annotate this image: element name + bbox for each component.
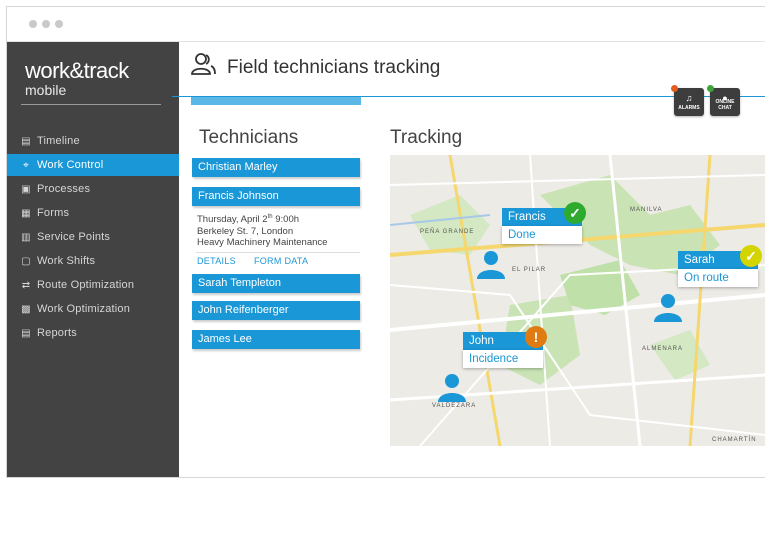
- details-links: DETAILS FORM DATA: [197, 256, 326, 266]
- technician-item[interactable]: Sarah Templeton: [192, 274, 360, 293]
- sidebar-item-label: Reports: [37, 327, 77, 339]
- shuffle-icon: ⇄: [21, 279, 31, 291]
- window-dot-icon[interactable]: [55, 20, 63, 28]
- exclamation-icon: !: [525, 326, 547, 348]
- sidebar-item-processes[interactable]: ▣ Processes: [7, 178, 179, 200]
- technician-pin-icon[interactable]: [475, 249, 507, 281]
- window-dot-icon[interactable]: [42, 20, 50, 28]
- sidebar-nav: ▤ Timeline ⌖ Work Control ▣ Processes ▦ Form…: [7, 130, 179, 346]
- map-label: MANILVA: [630, 207, 663, 213]
- sidebar-item-timeline[interactable]: ▤ Timeline: [7, 130, 179, 152]
- detail-time: 9:00h: [272, 214, 300, 226]
- check-icon: ✓: [740, 245, 762, 267]
- page-title: Field technicians tracking: [227, 57, 441, 78]
- users-icon: [191, 53, 216, 75]
- sidebar-item-route-optimization[interactable]: ⇄ Route Optimization: [7, 274, 179, 296]
- detail-date: Thursday, April 2: [197, 214, 268, 226]
- bell-icon: ♫: [685, 93, 693, 103]
- map-icon: ▥: [21, 231, 31, 243]
- processes-icon: ▣: [21, 183, 31, 195]
- forms-icon: ▦: [21, 207, 31, 219]
- tracking-map[interactable]: MANILVA PEÑA GRANDE EL PILAR ALMENARA VA…: [390, 155, 765, 446]
- sidebar-item-work-control[interactable]: ⌖ Work Control: [7, 154, 179, 176]
- callout-francis[interactable]: Francis Done ✓: [502, 202, 586, 244]
- technician-item[interactable]: Christian Marley: [192, 158, 360, 177]
- sidebar-item-label: Forms: [37, 207, 70, 219]
- technicians-title: Technicians: [199, 127, 299, 148]
- sidebar-item-label: Service Points: [37, 231, 111, 243]
- timeline-icon: ▤: [21, 135, 31, 147]
- column-accent-bar: [191, 97, 361, 105]
- callout-john[interactable]: John Incidence !: [463, 326, 547, 368]
- window-dot-icon[interactable]: [29, 20, 37, 28]
- sidebar-item-label: Work Shifts: [37, 255, 96, 267]
- form-data-link[interactable]: FORM DATA: [254, 256, 308, 266]
- sidebar-item-label: Processes: [37, 183, 91, 195]
- calendar-icon: ▢: [21, 255, 31, 267]
- sidebar-item-reports[interactable]: ▤ Reports: [7, 322, 179, 344]
- map-label: EL PILAR: [512, 267, 547, 273]
- report-icon: ▤: [21, 327, 31, 339]
- alarm-badge: [671, 85, 678, 92]
- sidebar-item-service-points[interactable]: ▥ Service Points: [7, 226, 179, 248]
- tracking-title: Tracking: [390, 127, 463, 148]
- check-icon: ✓: [564, 202, 586, 224]
- logo-divider: [21, 104, 161, 105]
- details-link[interactable]: DETAILS: [197, 256, 236, 266]
- detail-address: Berkeley St. 7, London: [197, 225, 294, 237]
- map-label: ALMENARA: [642, 346, 684, 352]
- app-logo[interactable]: work&track mobile: [25, 58, 129, 98]
- technician-pin-icon[interactable]: [652, 292, 684, 324]
- callout-status: Incidence: [463, 350, 543, 368]
- crosshair-icon: ⌖: [23, 159, 29, 171]
- sidebar-item-work-shifts[interactable]: ▢ Work Shifts: [7, 250, 179, 272]
- chat-label: ONLINE CHAT: [715, 99, 735, 111]
- technician-item[interactable]: James Lee: [192, 330, 360, 349]
- map-label: CHAMARTÍN: [712, 437, 757, 443]
- callout-status: Done: [502, 226, 582, 244]
- callout-status: On route: [678, 269, 758, 287]
- sidebar: work&track mobile ▤ Timeline ⌖ Work Contro…: [7, 42, 179, 477]
- sidebar-item-label: Work Control: [37, 159, 104, 171]
- alarms-label: ALARMS: [678, 105, 700, 111]
- sidebar-item-label: Route Optimization: [37, 279, 135, 291]
- logo-subtext: mobile: [25, 82, 67, 98]
- grid-icon: ▩: [21, 303, 31, 315]
- sidebar-item-work-optimization[interactable]: ▩ Work Optimization: [7, 298, 179, 320]
- sidebar-item-label: Timeline: [37, 135, 80, 147]
- technician-pin-icon[interactable]: [436, 372, 468, 404]
- chat-badge: [707, 85, 714, 92]
- detail-job: Heavy Machinery Maintenance: [197, 237, 328, 249]
- online-chat-button[interactable]: ● ONLINE CHAT: [707, 85, 740, 116]
- logo-text: work&track: [25, 58, 129, 83]
- sidebar-item-label: Work Optimization: [37, 303, 131, 315]
- details-divider: [196, 252, 360, 253]
- alarms-button[interactable]: ♫ ALARMS: [671, 85, 704, 116]
- technician-item[interactable]: John Reifenberger: [192, 301, 360, 320]
- map-label: PEÑA GRANDE: [420, 229, 475, 235]
- sidebar-item-forms[interactable]: ▦ Forms: [7, 202, 179, 224]
- callout-sarah[interactable]: Sarah On route ✓: [678, 245, 762, 287]
- technician-details: Thursday, April 2th 9:00h Berkeley St. 7…: [197, 212, 327, 249]
- technician-item[interactable]: Francis Johnson: [192, 187, 360, 206]
